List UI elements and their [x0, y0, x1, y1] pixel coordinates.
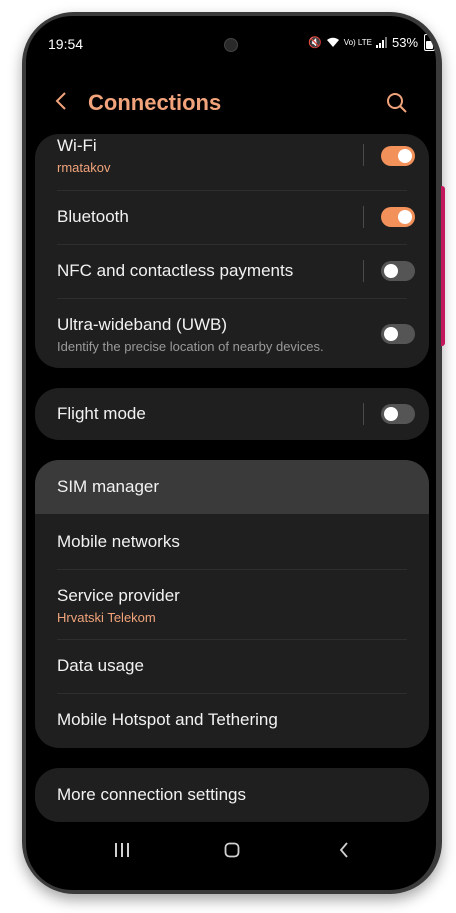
hotspot-row[interactable]: Mobile Hotspot and Tethering	[35, 694, 429, 748]
side-button	[441, 186, 445, 346]
wifi-row[interactable]: Wi-Fi rmatakov	[35, 134, 429, 190]
separator	[363, 144, 364, 166]
separator	[363, 403, 364, 425]
search-button[interactable]	[386, 92, 408, 114]
flight-mode-card[interactable]: Flight mode	[35, 388, 429, 440]
page-title: Connections	[88, 90, 222, 115]
sim-card: SIM manager Mobile networks Service prov…	[35, 460, 429, 748]
wifi-label: Wi-Fi	[57, 136, 97, 155]
toggle-knob	[398, 210, 412, 224]
uwb-toggle[interactable]	[381, 324, 415, 344]
sim-manager-row[interactable]: SIM manager	[35, 460, 429, 514]
mobile-networks-label: Mobile networks	[57, 532, 180, 551]
hotspot-label: Mobile Hotspot and Tethering	[57, 710, 278, 729]
toggle-knob	[398, 149, 412, 163]
connections-card: Wi-Fi rmatakov Bluetooth NFC and contact…	[35, 134, 429, 368]
volte-label: Vo) LTE	[343, 37, 373, 47]
sim-manager-label: SIM manager	[57, 477, 160, 496]
nfc-row[interactable]: NFC and contactless payments	[35, 245, 429, 298]
front-camera	[224, 38, 238, 52]
wifi-toggle[interactable]	[381, 146, 415, 166]
status-icons: 🔇 Vo) LTE 53%	[308, 34, 436, 51]
bluetooth-toggle[interactable]	[381, 207, 415, 227]
status-time: 19:54	[48, 36, 84, 52]
bluetooth-label: Bluetooth	[57, 207, 129, 226]
wifi-icon	[326, 37, 339, 47]
service-provider-value: Hrvatski Telekom	[57, 610, 156, 625]
more-settings-label: More connection settings	[57, 785, 246, 804]
flight-mode-label: Flight mode	[57, 404, 146, 423]
mobile-networks-row[interactable]: Mobile networks	[35, 515, 429, 569]
nfc-label: NFC and contactless payments	[57, 261, 294, 280]
toggle-knob	[384, 407, 398, 421]
home-icon	[224, 842, 240, 858]
nfc-toggle[interactable]	[381, 261, 415, 281]
uwb-label: Ultra-wideband (UWB)	[57, 315, 228, 334]
more-settings-card[interactable]: More connection settings	[35, 768, 429, 822]
separator	[363, 206, 364, 228]
bluetooth-row[interactable]: Bluetooth	[35, 191, 429, 244]
search-icon	[387, 93, 407, 113]
recent-apps-icon	[115, 843, 129, 857]
home-button[interactable]	[224, 842, 240, 863]
data-usage-row[interactable]: Data usage	[35, 640, 429, 693]
data-usage-label: Data usage	[57, 656, 144, 675]
chevron-left-icon	[55, 92, 66, 110]
wifi-network: rmatakov	[57, 160, 111, 175]
recent-apps-button[interactable]	[114, 842, 130, 863]
signal-icon	[376, 37, 388, 48]
battery-icon	[424, 34, 436, 51]
uwb-description: Identify the precise location of nearby …	[57, 339, 324, 354]
screen: 19:54 🔇 Vo) LTE 53% Connections Wi-Fi rm…	[26, 16, 436, 890]
toggle-knob	[384, 264, 398, 278]
toggle-knob	[384, 327, 398, 341]
back-button[interactable]	[54, 90, 68, 116]
battery-percent: 53%	[392, 35, 419, 50]
mute-icon: 🔇	[308, 37, 322, 49]
separator	[363, 260, 364, 282]
flight-mode-toggle[interactable]	[381, 404, 415, 424]
service-provider-label: Service provider	[57, 586, 180, 605]
nav-back-button[interactable]	[338, 842, 350, 863]
service-provider-row[interactable]: Service provider Hrvatski Telekom	[35, 570, 429, 639]
uwb-row[interactable]: Ultra-wideband (UWB) Identify the precis…	[35, 299, 429, 368]
back-icon	[339, 842, 348, 858]
